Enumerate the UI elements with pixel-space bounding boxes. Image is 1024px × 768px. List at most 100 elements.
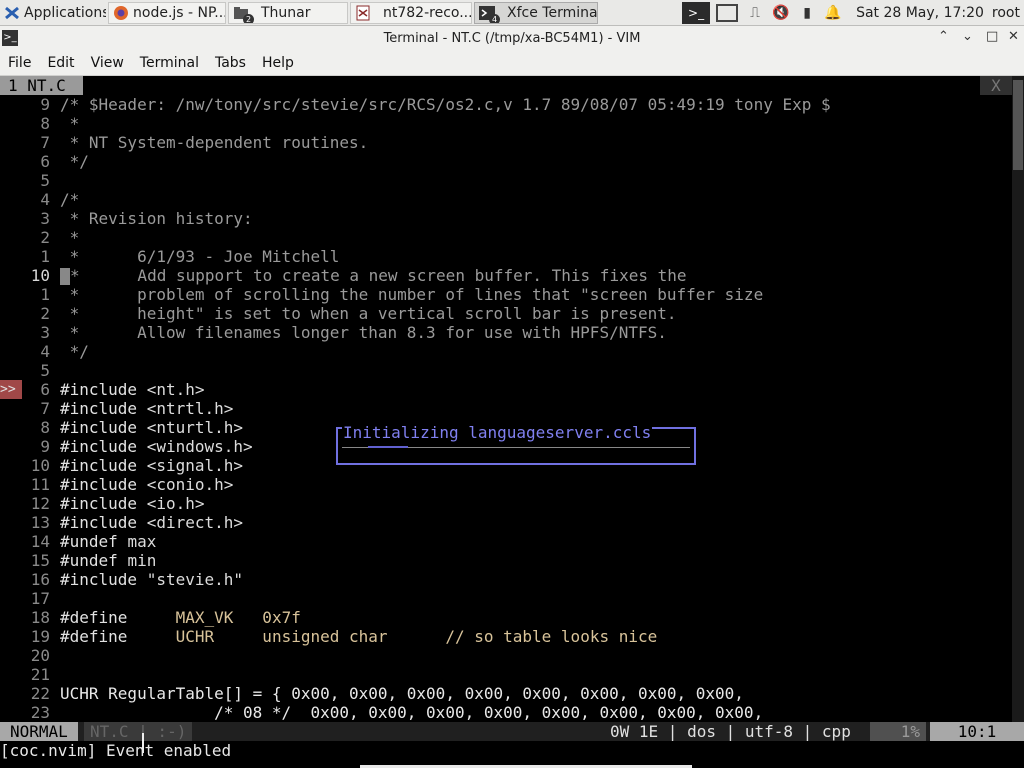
line-number: 10 <box>30 266 50 285</box>
top-panel: Applications node.js - NP... 2 Thunar nt… <box>0 0 1024 26</box>
network-icon[interactable]: ⎍ <box>744 2 766 24</box>
vim-tabline: 1 NT.C X <box>0 76 1012 95</box>
terminal-area[interactable]: 1 NT.C X 9 /* $Header: /nw/tony/src/stevi… <box>0 76 1024 768</box>
taskbar-item-label: Xfce Terminal <box>507 4 598 21</box>
vim-buffer-line[interactable]: 3 * Allow filenames longer than 8.3 for … <box>0 323 667 342</box>
vim-buffer-line[interactable]: 7 #include <ntrtl.h> <box>0 399 233 418</box>
vim-buffer-line[interactable]: 13 #include <direct.h> <box>0 513 243 532</box>
scrollbar-thumb[interactable] <box>1013 80 1023 170</box>
line-number: 22 <box>30 684 50 703</box>
vim-buffer-line[interactable]: 9 /* $Header: /nw/tony/src/stevie/src/RCS… <box>0 95 830 114</box>
line-number: 9 <box>40 95 50 114</box>
vim-tab-nt-c[interactable]: 1 NT.C <box>0 76 84 95</box>
task-count-badge: 2 <box>243 13 254 23</box>
clock[interactable]: Sat 28 May, 17:20 <box>852 1 988 25</box>
vim-buffer-line[interactable]: 4 */ <box>0 342 89 361</box>
line-number: 20 <box>30 646 50 665</box>
vim-buffer-line[interactable]: 22 UCHR RegularTable[] = { 0x00, 0x00, 0x… <box>0 684 744 703</box>
coc-progress-popup: Initializing languageserver.ccls <box>336 423 696 465</box>
menu-view[interactable]: View <box>83 55 132 71</box>
vim-buffer-line[interactable]: >> 6 #include <nt.h> <box>0 380 205 399</box>
vim-buffer-line[interactable]: 19 #define UCHR unsigned char // so table… <box>0 627 658 646</box>
vim-buffer-line[interactable]: 18 #define MAX_VK 0x7f <box>0 608 301 627</box>
vim-buffer-line[interactable]: 21 <box>0 665 60 684</box>
close-icon[interactable]: ✕ <box>1008 29 1019 44</box>
line-number: 16 <box>30 570 50 589</box>
vim-buffer-line[interactable]: 17 <box>0 589 60 608</box>
line-number: 11 <box>30 475 50 494</box>
shade-icon[interactable]: ⌄ <box>962 29 973 44</box>
line-text: #include <windows.h> <box>60 437 253 456</box>
menu-file[interactable]: File <box>0 55 39 71</box>
vim-buffer-line[interactable]: 1 * problem of scrolling the number of l… <box>0 285 763 304</box>
vim-buffer-line[interactable]: 8 * <box>0 114 79 133</box>
taskbar-item-firefox[interactable]: node.js - NP... <box>108 1 226 24</box>
status-file-info: 0W 1E | dos | utf-8 | cpp <box>610 722 851 741</box>
minimize-icon[interactable]: ⌃ <box>938 29 949 44</box>
notification-bell-icon[interactable]: 🔔 <box>822 2 844 24</box>
line-text: #include <nturtl.h> <box>60 418 244 437</box>
line-number: 14 <box>30 532 50 551</box>
window-titlebar[interactable]: >_ Terminal - NT.C (/tmp/xa-BC54M1) - VI… <box>0 26 1024 50</box>
user-menu[interactable]: root <box>988 1 1024 25</box>
menu-terminal[interactable]: Terminal <box>132 55 207 71</box>
vim-buffer-line[interactable]: 8 #include <nturtl.h> <box>0 418 243 437</box>
vim-buffer-line[interactable]: 10 #include <signal.h> <box>0 456 243 475</box>
vim-buffer-line[interactable]: 6 */ <box>0 152 89 171</box>
line-text: * height" is set to when a vertical scro… <box>60 304 677 323</box>
vim-buffer-line[interactable]: 14 #undef max <box>0 532 157 551</box>
vim-buffer-line[interactable]: 7 * NT System-dependent routines. <box>0 133 368 152</box>
vim-mode-indicator: NORMAL <box>0 722 78 741</box>
line-number: 3 <box>40 209 50 228</box>
line-number: 9 <box>40 437 50 456</box>
vim-buffer-line[interactable]: 23 /* 08 */ 0x00, 0x00, 0x00, 0x00, 0x00… <box>0 703 763 722</box>
vim-buffer-line[interactable]: 2 * <box>0 228 79 247</box>
vim-buffer-line[interactable]: 10 * Add support to create a new screen b… <box>0 266 687 285</box>
vim-buffer-line[interactable]: 3 * Revision history: <box>0 209 253 228</box>
status-percent: 1% <box>870 722 926 741</box>
vim-buffer-line[interactable]: 16 #include "stevie.h" <box>0 570 243 589</box>
line-text: */ <box>60 152 89 171</box>
vim-buffer-line[interactable]: 15 #undef min <box>0 551 157 570</box>
vim-buffer-line[interactable]: 12 #include <io.h> <box>0 494 205 513</box>
line-text: #undef max <box>60 532 157 551</box>
maximize-icon[interactable]: □ <box>986 29 998 44</box>
document-icon <box>355 5 371 21</box>
line-number: 23 <box>30 703 50 722</box>
vim-buffer-line[interactable]: 20 <box>0 646 60 665</box>
terminal-launcher-icon[interactable]: >_ <box>682 1 711 24</box>
line-number: 1 <box>40 247 50 266</box>
applications-menu-button[interactable]: Applications <box>0 1 106 25</box>
line-text: * Revision history: <box>60 209 253 228</box>
volume-icon[interactable]: 🔇 <box>770 2 792 24</box>
workspace-switcher-icon[interactable] <box>714 2 740 24</box>
line-text: #define MAX_VK 0x7f <box>60 608 301 627</box>
vim-buffer-line[interactable]: 1 * 6/1/93 - Joe Mitchell <box>0 247 339 266</box>
taskbar-item-thunar[interactable]: 2 Thunar <box>228 1 348 24</box>
vim-buffer-line[interactable]: 5 <box>0 361 60 380</box>
line-number: 8 <box>40 114 50 133</box>
terminal-scrollbar[interactable] <box>1012 76 1024 726</box>
menu-tabs[interactable]: Tabs <box>207 55 254 71</box>
task-count-badge: 4 <box>489 13 500 23</box>
vim-buffer-line[interactable]: 5 <box>0 171 60 190</box>
vim-buffer-line[interactable]: 11 #include <conio.h> <box>0 475 234 494</box>
line-text: /* <box>60 190 80 209</box>
taskbar-item-terminal[interactable]: 4 Xfce Terminal <box>474 1 598 24</box>
taskbar-item-label: node.js - NP... <box>133 4 226 21</box>
menu-edit[interactable]: Edit <box>39 55 82 71</box>
line-number: 5 <box>40 171 50 190</box>
line-number: 5 <box>40 361 50 380</box>
line-text: #include <conio.h> <box>60 475 234 494</box>
menu-help[interactable]: Help <box>254 55 302 71</box>
taskbar-item-document[interactable]: nt782-reco... <box>350 1 472 24</box>
vim-tab-close-button[interactable]: X <box>980 76 1012 95</box>
vim-buffer-line[interactable]: 2 * height" is set to when a vertical sc… <box>0 304 677 323</box>
vim-buffer-line[interactable]: 9 #include <windows.h> <box>0 437 253 456</box>
line-text: #define UCHR unsigned char // so table l… <box>60 627 658 646</box>
vim-command-line[interactable]: [coc.nvim] Event enabled <box>0 741 231 760</box>
xfce-logo-icon <box>4 5 20 21</box>
vim-buffer-line[interactable]: 4 /* <box>0 190 79 209</box>
battery-icon[interactable]: ▮ <box>796 2 818 24</box>
firefox-icon <box>113 5 129 21</box>
